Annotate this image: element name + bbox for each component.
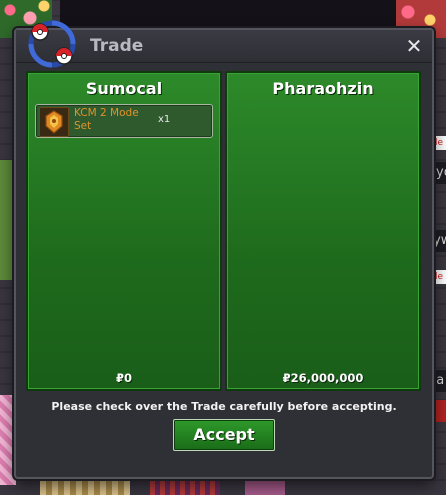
trade-panel-self: Sumocal KCM 2 Mode Set x1 ₽0 bbox=[26, 71, 222, 391]
offered-money: ₽26,000,000 bbox=[282, 371, 364, 385]
character-sprite bbox=[150, 478, 220, 495]
item-quantity: x1 bbox=[158, 114, 171, 125]
trade-window: Trade ✕ Sumocal KCM 2 Mode Set x1 ₽0 Pha… bbox=[14, 20, 434, 479]
kcm-item-icon bbox=[39, 107, 69, 137]
close-button[interactable]: ✕ bbox=[404, 36, 424, 56]
character-sprite bbox=[245, 478, 285, 495]
accept-button[interactable]: Accept bbox=[173, 419, 275, 451]
offered-money: ₽0 bbox=[115, 371, 132, 385]
trade-swap-icon bbox=[28, 20, 76, 68]
player-name: Pharaohzin bbox=[272, 79, 374, 98]
player-name: Sumocal bbox=[85, 79, 163, 98]
item-name: KCM 2 Mode Set bbox=[74, 107, 139, 132]
trade-panel-partner: Pharaohzin ₽26,000,000 bbox=[225, 71, 421, 391]
window-title: Trade bbox=[90, 36, 144, 56]
trade-item-slot[interactable]: KCM 2 Mode Set x1 bbox=[35, 104, 213, 138]
character-sprite bbox=[40, 478, 130, 495]
trade-notice: Please check over the Trade carefully be… bbox=[51, 400, 397, 413]
